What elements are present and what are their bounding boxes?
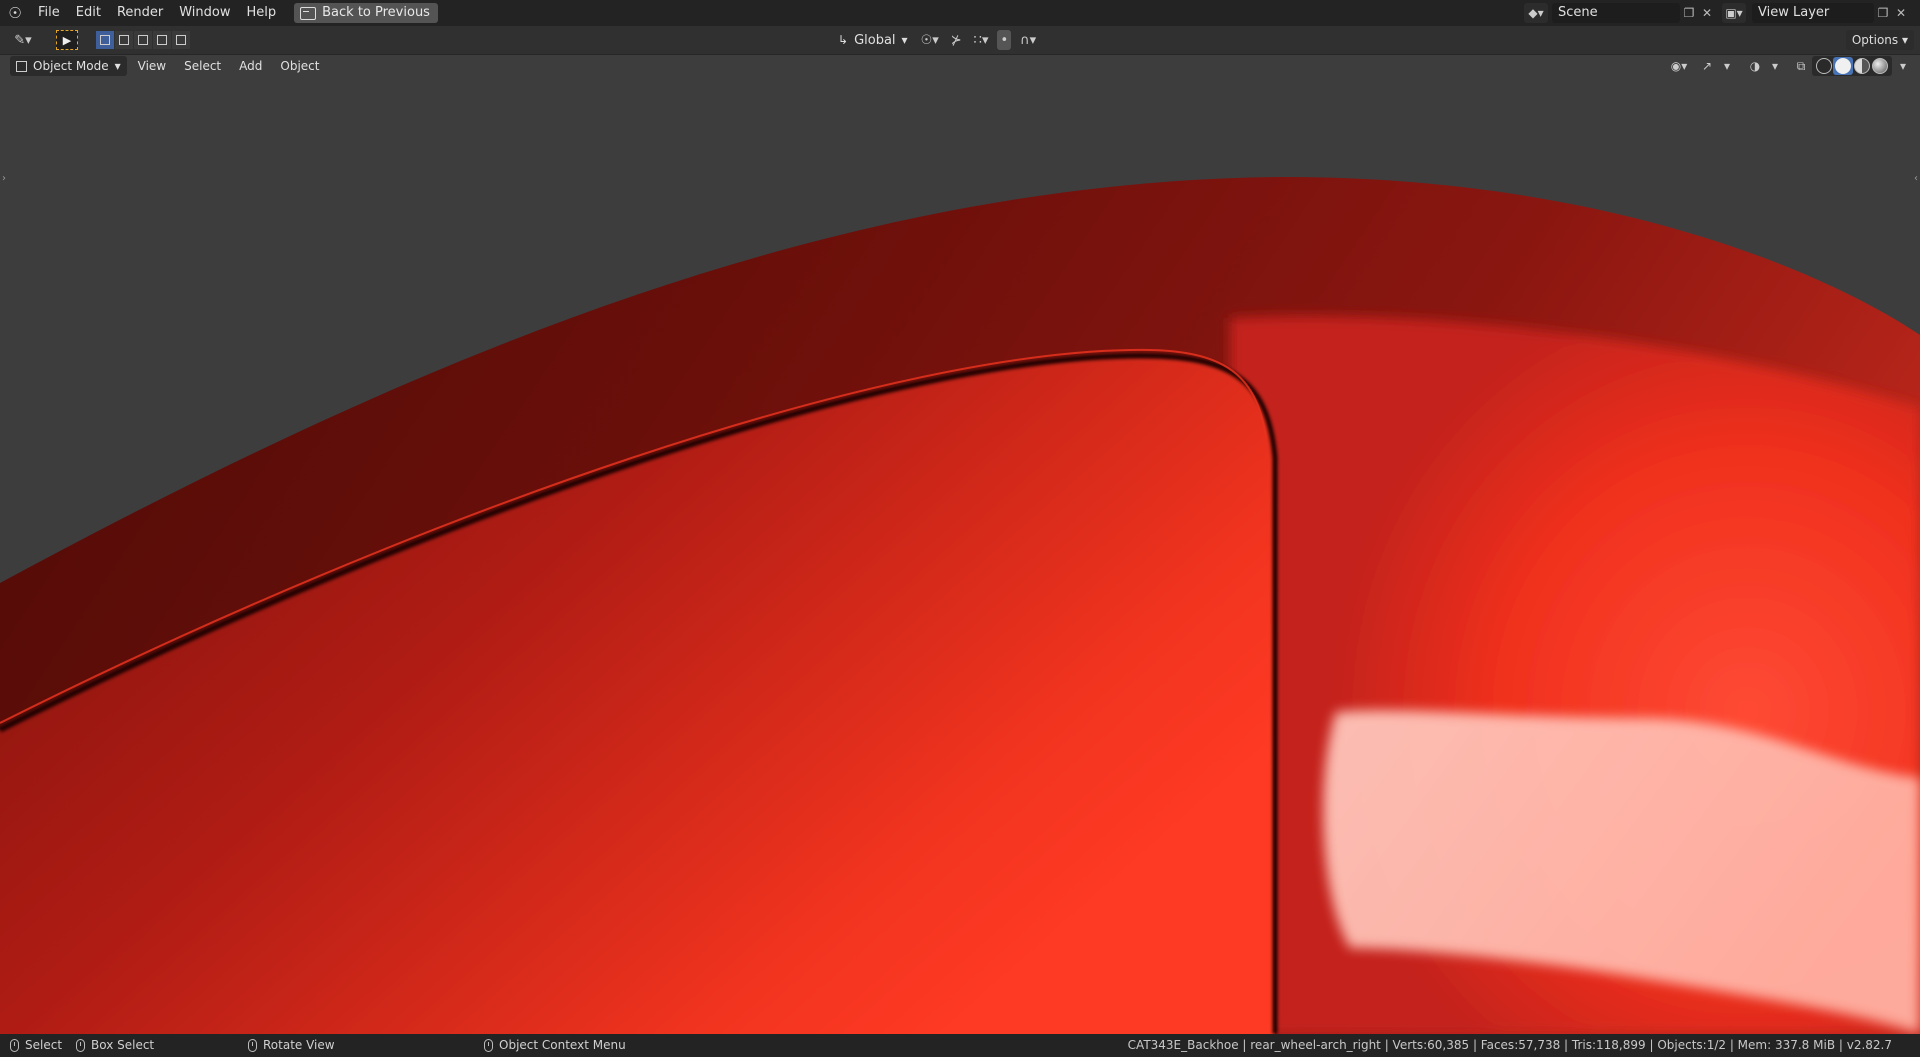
options-label: Options	[1851, 33, 1899, 47]
viewport-menu-object[interactable]: Object	[273, 56, 326, 76]
menu-help[interactable]: Help	[239, 0, 285, 26]
view-layer-close-icon[interactable]: ✕	[1892, 3, 1910, 23]
object-mode-label: Object Mode	[33, 59, 109, 73]
scene-new-icon[interactable]: ❐	[1680, 3, 1698, 23]
view-layer-new-icon[interactable]: ❐	[1874, 3, 1892, 23]
view-layer-browse-icon[interactable]: ▣▾	[1722, 3, 1746, 23]
status-bar: Select Box Select Rotate View Object Con…	[0, 1034, 1920, 1057]
scene-name-field[interactable]: Scene	[1552, 3, 1680, 23]
selection-mode-group	[96, 31, 190, 49]
tool-settings-dropdown-icon[interactable]: ✎▾	[8, 30, 38, 50]
select-subtract-icon[interactable]	[134, 31, 152, 49]
blender-logo-icon[interactable]: ☉	[0, 0, 30, 26]
visibility-eye-icon[interactable]: ◉▾	[1670, 56, 1688, 76]
mouse-left-icon	[10, 1038, 19, 1052]
view-layer-selector: ▣▾ View Layer ❐ ✕	[1722, 3, 1910, 23]
scene-browse-icon[interactable]: ◆▾	[1524, 3, 1548, 23]
object-mode-icon	[16, 60, 27, 72]
snap-toggle-icon[interactable]: ⊁	[948, 30, 965, 50]
menu-file[interactable]: File	[30, 0, 68, 26]
menu-window[interactable]: Window	[171, 0, 238, 26]
status-rotate-hint: Rotate View	[248, 1038, 335, 1052]
status-box-select-label: Box Select	[91, 1038, 155, 1052]
gizmo-toggle-icon[interactable]: ↗	[1698, 56, 1716, 76]
select-invert-icon[interactable]	[153, 31, 171, 49]
top-bar: ☉ File Edit Render Window Help Back to P…	[0, 0, 1920, 26]
status-box-select-hint: Box Select	[76, 1038, 154, 1052]
tool-header: ✎▾ ▶ ↳ Global ▾ ☉▾ ⊁ ∷▾ • ∩▾ Options ▾	[0, 26, 1920, 55]
select-tool-icon[interactable]: ▶	[56, 30, 78, 50]
menu-edit[interactable]: Edit	[68, 0, 109, 26]
chevron-down-icon: ▾	[114, 59, 121, 73]
scene-selector: ◆▾ Scene ❐ ✕	[1524, 3, 1716, 23]
xray-toggle-icon[interactable]: ⧉	[1792, 56, 1810, 76]
viewport-menu-select[interactable]: Select	[177, 56, 228, 76]
status-select-hint: Select	[10, 1038, 62, 1052]
rendered-shading-icon[interactable]	[1872, 58, 1888, 74]
status-select-label: Select	[25, 1038, 63, 1052]
view-layer-name-field[interactable]: View Layer	[1752, 3, 1874, 23]
mouse-drag-icon	[76, 1038, 85, 1052]
options-dropdown[interactable]: Options ▾	[1845, 30, 1914, 50]
right-panel-toggle-icon[interactable]: ‹	[1914, 173, 1918, 184]
3d-viewport[interactable]: › ‹	[0, 78, 1920, 1034]
orientation-axes-icon: ↳	[838, 33, 849, 47]
select-new-icon[interactable]	[96, 31, 114, 49]
snap-target-dropdown[interactable]: ∷▾	[971, 30, 992, 50]
select-intersect-icon[interactable]	[172, 31, 190, 49]
proportional-falloff-dropdown[interactable]: ∩▾	[1017, 30, 1039, 50]
status-context-label: Object Context Menu	[499, 1038, 626, 1052]
back-to-previous-button[interactable]: Back to Previous	[294, 3, 438, 23]
screen-back-icon	[300, 6, 317, 20]
material-preview-shading-icon[interactable]	[1854, 58, 1870, 74]
proportional-editing-icon[interactable]: •	[997, 30, 1012, 50]
mouse-right-icon	[484, 1038, 493, 1052]
gizmo-dropdown-icon[interactable]: ▾	[1718, 56, 1736, 76]
transform-orientation-dropdown[interactable]: ↳ Global ▾	[834, 30, 912, 50]
solid-shading-icon[interactable]	[1835, 58, 1851, 74]
chevron-down-icon: ▾	[901, 33, 908, 47]
left-panel-toggle-icon[interactable]: ›	[2, 173, 6, 184]
viewport-menu-view[interactable]: View	[131, 56, 173, 76]
shading-mode-group	[1812, 56, 1892, 76]
pivot-point-dropdown[interactable]: ☉▾	[918, 30, 942, 50]
overlays-dropdown-icon[interactable]: ▾	[1766, 56, 1784, 76]
menu-render[interactable]: Render	[109, 0, 171, 26]
orientation-label: Global	[854, 32, 896, 48]
wheel-arch-render	[0, 177, 1920, 1034]
object-mode-dropdown[interactable]: Object Mode ▾	[10, 56, 127, 76]
scene-close-icon[interactable]: ✕	[1698, 3, 1716, 23]
wireframe-shading-icon[interactable]	[1816, 58, 1832, 74]
status-context-hint: Object Context Menu	[484, 1038, 626, 1052]
mouse-middle-icon	[248, 1038, 257, 1052]
status-rotate-label: Rotate View	[263, 1038, 335, 1052]
select-extend-icon[interactable]	[115, 31, 133, 49]
viewport-header: Object Mode ▾ View Select Add Object ◉▾ …	[0, 54, 1920, 78]
back-to-previous-label: Back to Previous	[322, 5, 430, 20]
scene-statistics: CAT343E_Backhoe | rear_wheel-arch_right …	[1127, 1038, 1892, 1052]
overlays-toggle-icon[interactable]: ◑	[1746, 56, 1764, 76]
shading-dropdown-icon[interactable]: ▾	[1894, 56, 1912, 76]
viewport-menu-add[interactable]: Add	[232, 56, 269, 76]
